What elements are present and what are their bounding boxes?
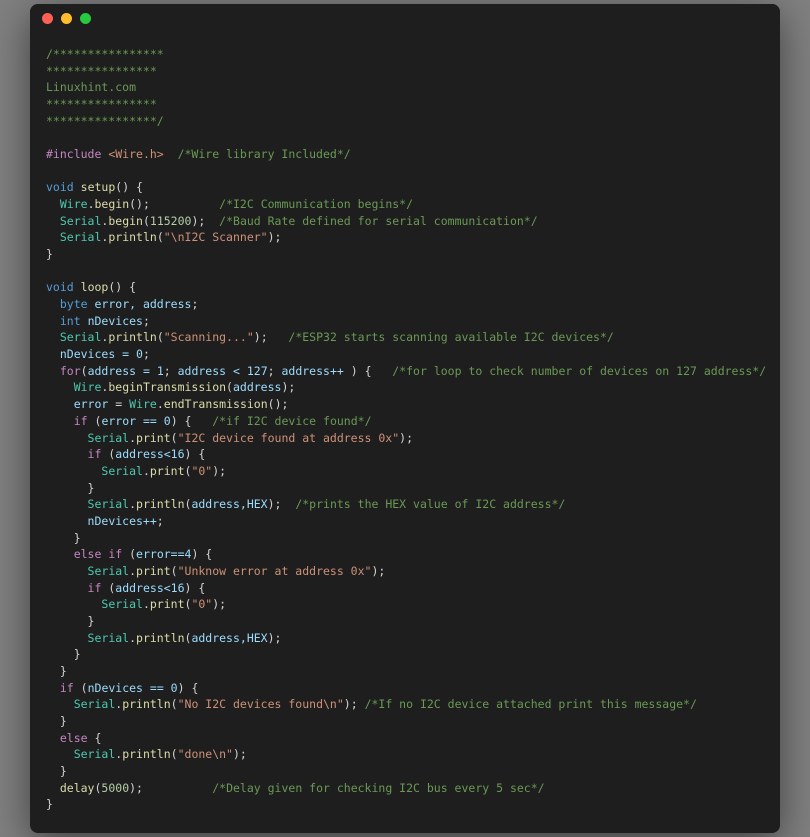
serial-println: println [108,230,156,244]
string: "done\n" [178,747,233,761]
begin-tx: beginTransmission [108,380,226,394]
code-window: /**************** **************** Linux… [30,4,780,833]
wire-obj: Wire [60,197,88,211]
comment: /*Delay given for checking I2C bus every… [212,781,544,795]
print: print [150,597,185,611]
serial-obj: Serial [88,564,130,578]
cond: address<16 [115,447,184,461]
print: print [136,431,171,445]
baud: 115200 [150,214,192,228]
vars: nDevices [88,314,143,328]
lhs: error [74,397,109,411]
elseif-kw: else if [74,547,122,561]
serial-obj: Serial [60,330,102,344]
close-icon[interactable] [42,13,53,24]
string: "0" [191,464,212,478]
string: "Scanning..." [164,330,254,344]
include-comment: /*Wire library Included*/ [178,147,351,161]
args: address,HEX [191,497,267,511]
arg: address [233,380,281,394]
stmt: nDevices++ [88,514,157,528]
cond: nDevices == 0 [88,681,178,695]
serial-obj: Serial [88,631,130,645]
serial-obj: Serial [60,230,102,244]
loop-fn: loop [81,280,109,294]
string: "No I2C devices found\n" [178,697,344,711]
delay-fn: delay [60,781,95,795]
stmt: nDevices = 0 [60,347,143,361]
string: "Unknow error at address 0x" [178,564,372,578]
if-kw: if [74,414,88,428]
delay-arg: 5000 [101,781,129,795]
comment: /*If no I2C device attached print this m… [365,697,697,711]
string: "0" [191,597,212,611]
wire-obj: Wire [74,380,102,394]
for-inc: address++ [281,364,343,378]
println: println [108,330,156,344]
println: println [136,497,184,511]
serial-obj: Serial [88,431,130,445]
args: address,HEX [191,631,267,645]
header-comment: /**************** **************** Linux… [46,47,164,128]
type: int [60,314,81,328]
if-kw: if [60,681,74,695]
cond: address<16 [115,581,184,595]
serial-begin: begin [108,214,143,228]
code-area: /**************** **************** Linux… [30,32,780,833]
comment: /*if I2C device found*/ [212,414,371,428]
cond: error == 0 [101,414,170,428]
print: print [150,464,185,478]
end-tx: endTransmission [164,397,268,411]
string: "I2C device found at address 0x" [178,431,400,445]
vars: error, address [95,297,192,311]
comment: /*I2C Communication begins*/ [219,197,413,211]
println: println [122,697,170,711]
for-kw: for [60,364,81,378]
loop-ret: void [46,280,74,294]
type: byte [60,297,88,311]
else-kw: else [60,731,88,745]
comment: /*prints the HEX value of I2C address*/ [295,497,565,511]
zoom-icon[interactable] [80,13,91,24]
serial-obj: Serial [101,464,143,478]
wire-obj: Wire [129,397,157,411]
wire-begin: begin [95,197,130,211]
print: print [136,564,171,578]
cond: error==4 [136,547,191,561]
include-directive: #include [46,147,101,161]
serial-obj: Serial [101,597,143,611]
include-header: <Wire.h> [108,147,163,161]
string: "\nI2C Scanner" [164,230,268,244]
serial-obj: Serial [74,697,116,711]
serial-obj: Serial [60,214,102,228]
comment: /*for loop to check number of devices on… [392,364,766,378]
if-kw: if [88,581,102,595]
serial-obj: Serial [88,497,130,511]
serial-obj: Serial [74,747,116,761]
setup-fn: setup [81,180,116,194]
setup-ret: void [46,180,74,194]
minimize-icon[interactable] [61,13,72,24]
println: println [136,631,184,645]
comment: /*Baud Rate defined for serial communica… [219,214,538,228]
for-init: address = 1 [88,364,164,378]
titlebar [30,4,780,32]
comment: /*ESP32 starts scanning available I2C de… [288,330,613,344]
if-kw: if [88,447,102,461]
println: println [122,747,170,761]
for-cond: address < 127 [178,364,268,378]
